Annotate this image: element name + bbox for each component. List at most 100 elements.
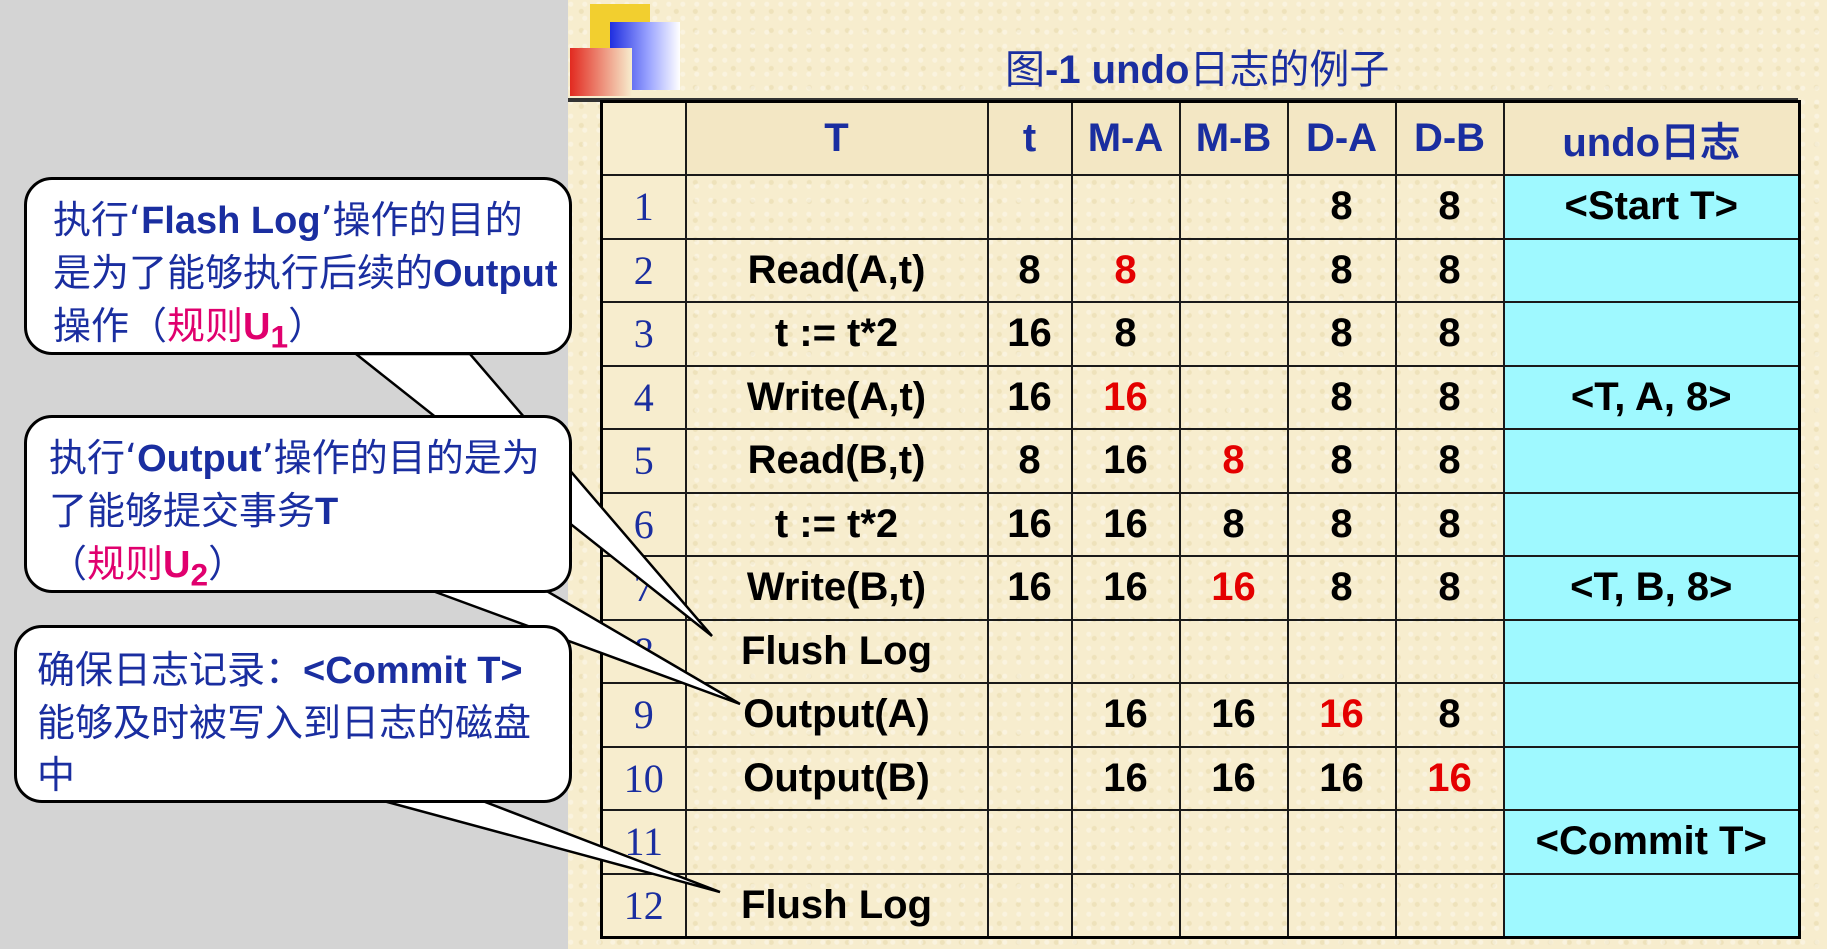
cell-t: [986, 872, 1073, 939]
cell-D-B: 16: [1394, 745, 1505, 811]
cell-T: t := t*2: [684, 301, 989, 367]
callout-output: 执行‘Output’操作的目的是为了能够提交事务T （规则U2）: [24, 415, 572, 593]
cell-undo-log: [1502, 301, 1801, 367]
cell-t: 16: [986, 491, 1073, 557]
cell-D-B: 8: [1394, 364, 1505, 430]
cell-row-number: 5: [600, 428, 687, 494]
cell-T: Write(A,t): [684, 364, 989, 430]
cell-row-number: 8: [600, 618, 687, 684]
cell-M-B: [1178, 872, 1289, 939]
cell-D-A: [1286, 809, 1397, 875]
cell-row-number: 10: [600, 745, 687, 811]
cell-D-B: [1394, 618, 1505, 684]
cell-D-A: 8: [1286, 301, 1397, 367]
table-row: 12 Flush Log: [600, 872, 1801, 939]
header-D-A: D-A: [1286, 100, 1397, 176]
cell-D-B: 8: [1394, 491, 1505, 557]
cell-M-A: [1070, 872, 1181, 939]
cell-D-B: [1394, 872, 1505, 939]
cell-M-A: 16: [1070, 555, 1181, 621]
header-M-A: M-A: [1070, 100, 1181, 176]
cell-t: [986, 745, 1073, 811]
cell-D-B: 8: [1394, 174, 1505, 240]
table-row: 8 Flush Log: [600, 618, 1801, 684]
slide-title: 图-1 undo日志的例子: [1005, 47, 1390, 93]
table-row: 1 8 8 <Start T>: [600, 174, 1801, 240]
cell-row-number: 3: [600, 301, 687, 367]
cell-M-B: [1178, 174, 1289, 240]
cell-D-B: 8: [1394, 428, 1505, 494]
cell-t: 8: [986, 428, 1073, 494]
table-row: 2 Read(A,t) 8 8 8 8: [600, 237, 1801, 303]
header-num: [600, 100, 687, 176]
cell-D-A: 8: [1286, 491, 1397, 557]
cell-undo-log: [1502, 491, 1801, 557]
cell-t: 8: [986, 237, 1073, 303]
cell-row-number: 6: [600, 491, 687, 557]
cell-D-A: 16: [1286, 682, 1397, 748]
cell-undo-log: <Start T>: [1502, 174, 1801, 240]
cell-t: 16: [986, 364, 1073, 430]
cell-t: [986, 174, 1073, 240]
header-M-B: M-B: [1178, 100, 1289, 176]
cell-t: [986, 682, 1073, 748]
cell-row-number: 11: [600, 809, 687, 875]
cell-row-number: 12: [600, 872, 687, 939]
cell-T: Output(A): [684, 682, 989, 748]
cell-T: Read(A,t): [684, 237, 989, 303]
cell-M-A: [1070, 174, 1181, 240]
callout-flash-log: 执行‘Flash Log’操作的目的是为了能够执行后续的Output操作（规则U…: [24, 177, 572, 355]
cell-T: [684, 809, 989, 875]
table-row: 5 Read(B,t) 8 16 8 8 8: [600, 428, 1801, 494]
cell-M-A: 16: [1070, 682, 1181, 748]
table-row: 4 Write(A,t) 16 16 8 8 <T, A, 8>: [600, 364, 1801, 430]
header-t: t: [986, 100, 1073, 176]
cell-t: [986, 618, 1073, 684]
cell-undo-log: <Commit T>: [1502, 809, 1801, 875]
cell-M-B: 16: [1178, 555, 1289, 621]
cell-D-A: 8: [1286, 237, 1397, 303]
cell-M-B: [1178, 809, 1289, 875]
cell-M-B: 8: [1178, 491, 1289, 557]
cell-M-A: [1070, 618, 1181, 684]
cell-undo-log: <T, B, 8>: [1502, 555, 1801, 621]
cell-D-B: 8: [1394, 301, 1505, 367]
cell-M-B: 16: [1178, 745, 1289, 811]
cell-D-A: [1286, 618, 1397, 684]
header-undo-log: undo日志: [1502, 100, 1801, 176]
cell-D-B: [1394, 809, 1505, 875]
cell-row-number: 9: [600, 682, 687, 748]
cell-M-A: [1070, 809, 1181, 875]
cell-M-B: [1178, 364, 1289, 430]
cell-M-A: 8: [1070, 237, 1181, 303]
cell-row-number: 7: [600, 555, 687, 621]
cell-t: [986, 809, 1073, 875]
header-T: T: [684, 100, 989, 176]
cell-undo-log: <T, A, 8>: [1502, 364, 1801, 430]
table-header-row: T t M-A M-B D-A D-B undo日志: [600, 100, 1801, 176]
decor-red-square: [570, 48, 632, 96]
cell-M-B: [1178, 301, 1289, 367]
cell-D-B: 8: [1394, 682, 1505, 748]
table-row: 7 Write(B,t) 16 16 16 8 8 <T, B, 8>: [600, 555, 1801, 621]
table-row: 3t := t*2 16 8 8 8: [600, 301, 1801, 367]
cell-T: Output(B): [684, 745, 989, 811]
cell-M-B: [1178, 618, 1289, 684]
cell-M-A: 16: [1070, 364, 1181, 430]
cell-M-B: 8: [1178, 428, 1289, 494]
cell-D-B: 8: [1394, 555, 1505, 621]
table-row: 10 Output(B) 16 16 16 16: [600, 745, 1801, 811]
cell-T: t := t*2: [684, 491, 989, 557]
cell-M-A: 16: [1070, 491, 1181, 557]
cell-undo-log: [1502, 237, 1801, 303]
cell-M-A: 16: [1070, 745, 1181, 811]
cell-undo-log: [1502, 745, 1801, 811]
cell-undo-log: [1502, 618, 1801, 684]
cell-M-B: [1178, 237, 1289, 303]
cell-row-number: 1: [600, 174, 687, 240]
table-row: 6t := t*2 16 16 8 8 8: [600, 491, 1801, 557]
cell-D-A: 8: [1286, 428, 1397, 494]
cell-T: [684, 174, 989, 240]
callout-commit: 确保日志记录：<Commit T>能够及时被写入到日志的磁盘中: [14, 625, 572, 803]
cell-undo-log: [1502, 428, 1801, 494]
